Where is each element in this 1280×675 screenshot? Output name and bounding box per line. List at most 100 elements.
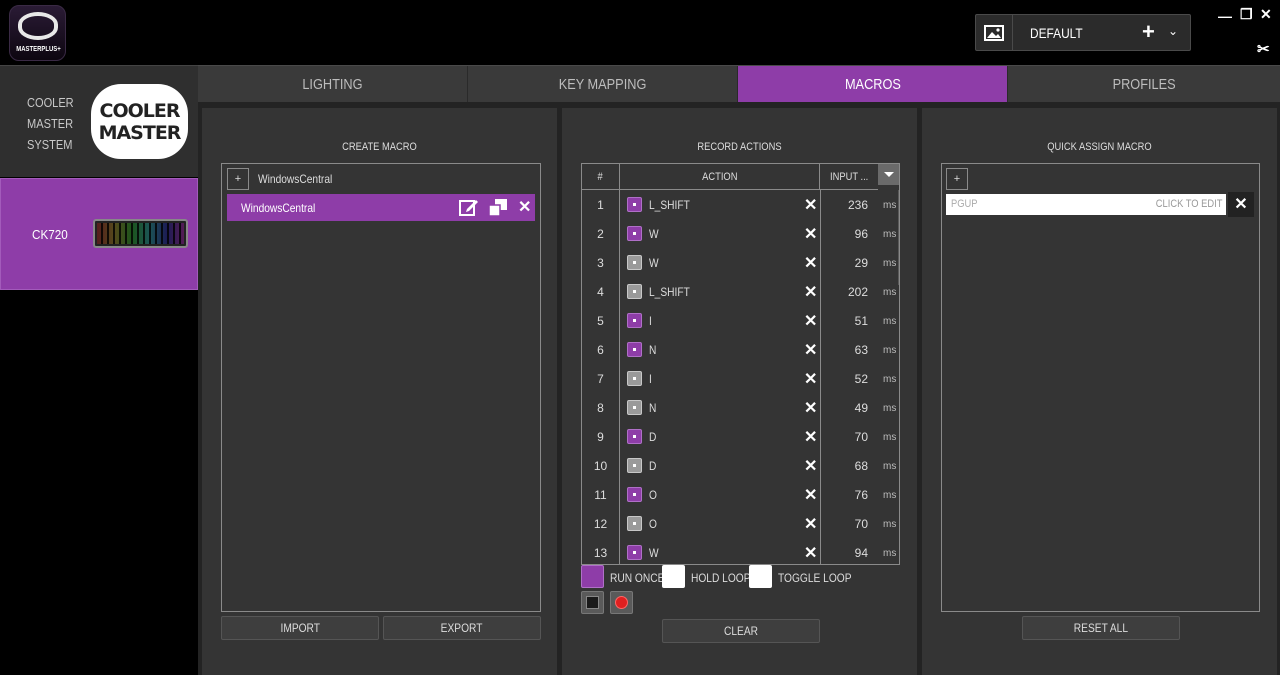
action-row[interactable]: 10 D ✕ 68 ms: [582, 452, 899, 481]
key-down-icon: [627, 342, 642, 357]
action-row[interactable]: 11 O ✕ 76 ms: [582, 481, 899, 510]
tab-label: LIGHTING: [302, 76, 363, 93]
record-button[interactable]: [610, 591, 633, 614]
action-delay[interactable]: 68: [820, 459, 868, 473]
action-delay[interactable]: 70: [820, 430, 868, 444]
action-delay[interactable]: 29: [820, 256, 868, 270]
action-delay[interactable]: 49: [820, 401, 868, 415]
action-key: W: [649, 227, 659, 241]
action-row[interactable]: 13 W ✕ 94 ms: [582, 539, 899, 564]
delete-action-icon[interactable]: ✕: [804, 340, 817, 360]
action-row[interactable]: 2 W ✕ 96 ms: [582, 220, 899, 249]
action-row[interactable]: 7 I ✕ 52 ms: [582, 365, 899, 394]
add-quick-assign-button[interactable]: +: [946, 168, 968, 190]
action-delay[interactable]: 70: [820, 517, 868, 531]
delete-action-icon[interactable]: ✕: [804, 311, 817, 331]
minimize-button[interactable]: —: [1218, 8, 1232, 24]
tab-key-mapping[interactable]: KEY MAPPING: [468, 66, 738, 103]
delete-action-icon[interactable]: ✕: [804, 398, 817, 418]
clear-button[interactable]: CLEAR: [662, 619, 820, 643]
delete-action-icon[interactable]: ✕: [804, 427, 817, 447]
delete-action-icon[interactable]: ✕: [804, 485, 817, 505]
delete-action-icon[interactable]: ✕: [804, 456, 817, 476]
quick-assign-key-field[interactable]: PGUP CLICK TO EDIT: [946, 194, 1226, 215]
sidebar-brand[interactable]: COOLER MASTER SYSTEM COOLER MASTER: [0, 65, 198, 177]
toggle-loop-checkbox[interactable]: [749, 565, 772, 588]
add-macro-folder-button[interactable]: +: [227, 168, 249, 190]
action-row[interactable]: 8 N ✕ 49 ms: [582, 394, 899, 423]
toggle-loop-label: TOGGLE LOOP: [778, 571, 852, 585]
delay-unit: ms: [883, 258, 897, 269]
header-label: #: [597, 170, 604, 183]
row-number: 9: [597, 430, 604, 444]
key-down-icon: [627, 487, 642, 502]
action-delay[interactable]: 63: [820, 343, 868, 357]
delete-action-icon[interactable]: ✕: [804, 224, 817, 244]
import-button[interactable]: IMPORT: [221, 616, 379, 640]
logo-ring-icon: [18, 12, 58, 40]
sidebar-item-ck720[interactable]: CK720: [0, 178, 198, 290]
brand-line: COOLER: [27, 95, 74, 110]
edit-icon[interactable]: [459, 198, 479, 222]
actions-table: # ACTION INPUT ... 1 L_SHIFT ✕ 236 ms 2 W ✕ 96 ms…: [581, 163, 900, 565]
delete-action-icon[interactable]: ✕: [804, 195, 817, 215]
delay-unit: ms: [883, 403, 897, 414]
profile-image-icon[interactable]: [976, 15, 1013, 50]
action-delay[interactable]: 202: [820, 285, 868, 299]
panel-title: RECORD ACTIONS: [697, 141, 782, 153]
action-delay[interactable]: 94: [820, 546, 868, 560]
delete-action-icon[interactable]: ✕: [804, 253, 817, 273]
create-macro-panel: CREATE MACRO + WindowsCentral WindowsCen…: [202, 108, 557, 675]
add-profile-button[interactable]: +: [1142, 19, 1155, 45]
action-key: O: [649, 488, 657, 502]
action-delay[interactable]: 52: [820, 372, 868, 386]
remove-quick-assign-icon[interactable]: ✕: [1228, 192, 1254, 217]
macro-folder[interactable]: WindowsCentral: [258, 172, 332, 186]
delete-action-icon[interactable]: ✕: [804, 369, 817, 389]
row-number: 8: [597, 401, 604, 415]
delete-action-icon[interactable]: ✕: [804, 282, 817, 302]
action-row[interactable]: 6 N ✕ 63 ms: [582, 336, 899, 365]
action-row[interactable]: 12 O ✕ 70 ms: [582, 510, 899, 539]
brand-line: MASTER: [27, 116, 74, 131]
hold-loop-label: HOLD LOOP: [691, 571, 751, 585]
chevron-down-icon[interactable]: ⌄: [1168, 24, 1178, 38]
action-delay[interactable]: 236: [820, 198, 868, 212]
duplicate-icon[interactable]: [488, 199, 507, 221]
action-row[interactable]: 1 L_SHIFT ✕ 236 ms: [582, 191, 899, 220]
input-dropdown-button[interactable]: [878, 164, 899, 185]
tab-lighting[interactable]: LIGHTING: [198, 66, 468, 103]
action-row[interactable]: 5 I ✕ 51 ms: [582, 307, 899, 336]
action-delay[interactable]: 51: [820, 314, 868, 328]
delete-action-icon[interactable]: ✕: [804, 543, 817, 563]
delay-unit: ms: [883, 548, 897, 559]
panel-title: QUICK ASSIGN MACRO: [1047, 141, 1152, 153]
tab-profiles[interactable]: PROFILES: [1009, 66, 1280, 103]
title-bar: MASTERPLUS+ DEFAULT + ⌄ — ❐ ✕ ✂: [0, 0, 1280, 65]
brand-text: COOLER MASTER SYSTEM: [27, 92, 74, 155]
action-delay[interactable]: 76: [820, 488, 868, 502]
action-key: N: [649, 401, 657, 415]
macro-item-selected[interactable]: WindowsCentral ✕: [227, 194, 535, 221]
tools-icon[interactable]: ✂: [1257, 40, 1270, 58]
stop-button[interactable]: [581, 591, 604, 614]
delete-action-icon[interactable]: ✕: [804, 514, 817, 534]
reset-all-button[interactable]: RESET ALL: [1022, 616, 1180, 640]
close-button[interactable]: ✕: [1260, 6, 1272, 23]
run-once-checkbox[interactable]: [581, 565, 604, 588]
action-delay[interactable]: 96: [820, 227, 868, 241]
action-row[interactable]: 9 D ✕ 70 ms: [582, 423, 899, 452]
tab-macros[interactable]: MACROS: [738, 66, 1008, 103]
button-label: IMPORT: [280, 621, 320, 635]
action-row[interactable]: 3 W ✕ 29 ms: [582, 249, 899, 278]
hold-loop-checkbox[interactable]: [662, 565, 685, 588]
tab-label: PROFILES: [1112, 76, 1177, 93]
logo-text: MASTERPLUS+: [16, 46, 61, 53]
logo-line: MASTER: [98, 121, 182, 144]
quick-assign-list: + PGUP CLICK TO EDIT ✕: [941, 163, 1260, 612]
delete-macro-icon[interactable]: ✕: [518, 197, 531, 217]
restore-button[interactable]: ❐: [1240, 6, 1253, 23]
export-button[interactable]: EXPORT: [383, 616, 541, 640]
profile-selector[interactable]: DEFAULT + ⌄: [975, 14, 1191, 51]
action-row[interactable]: 4 L_SHIFT ✕ 202 ms: [582, 278, 899, 307]
